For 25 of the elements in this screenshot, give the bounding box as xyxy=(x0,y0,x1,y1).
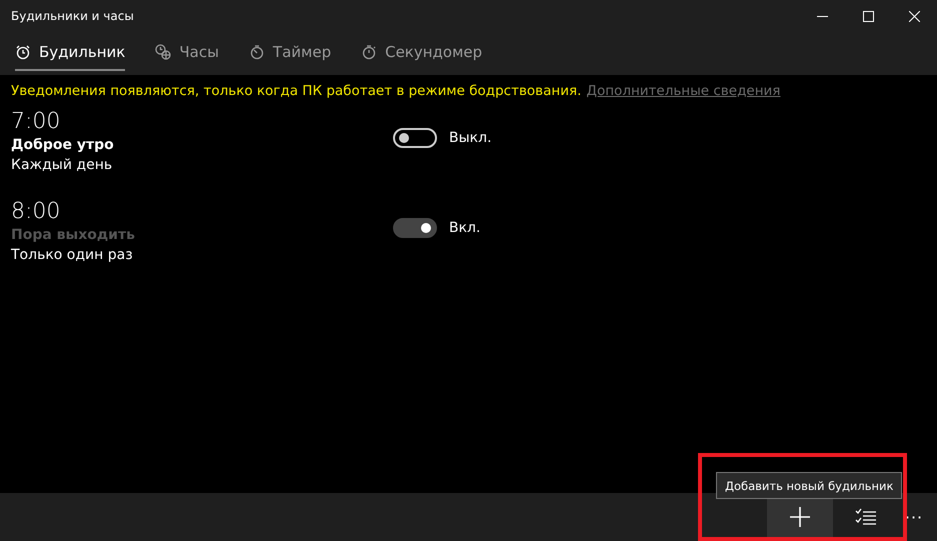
alarm-time: 7:00 xyxy=(11,109,62,135)
tooltip: Добавить новый будильник xyxy=(716,472,902,499)
alarm-toggle[interactable] xyxy=(393,218,437,238)
alarm-name: Пора выходить xyxy=(11,226,136,245)
notice-text: Уведомления появляются, только когда ПК работает в режиме бодрствования. xyxy=(11,83,582,99)
window-title: Будильники и часы xyxy=(11,9,135,23)
tab[interactable]: Таймер xyxy=(248,34,332,71)
toggle-label: Вкл. xyxy=(449,220,480,236)
alarm-repeat: Каждый день xyxy=(11,156,114,175)
clock-globe-icon xyxy=(155,44,172,60)
alarm-repeat: Только один раз xyxy=(11,246,134,265)
timer-icon xyxy=(248,44,265,60)
tab[interactable]: Часы xyxy=(155,34,219,71)
more-info-link[interactable]: Дополнительные сведения xyxy=(586,83,780,99)
add-icon xyxy=(789,506,811,528)
maximize-icon xyxy=(862,10,874,22)
alarm-clock-icon xyxy=(15,44,31,60)
alarm-time: 8:00 xyxy=(11,199,62,225)
checklist-icon xyxy=(855,508,877,526)
toggle-label: Выкл. xyxy=(449,130,492,146)
tab[interactable]: Будильник xyxy=(15,34,126,71)
tab[interactable]: Секундомер xyxy=(361,34,482,71)
alarm-name: Доброе утро xyxy=(11,136,115,155)
stopwatch-icon xyxy=(361,44,378,60)
close-icon xyxy=(908,10,920,22)
